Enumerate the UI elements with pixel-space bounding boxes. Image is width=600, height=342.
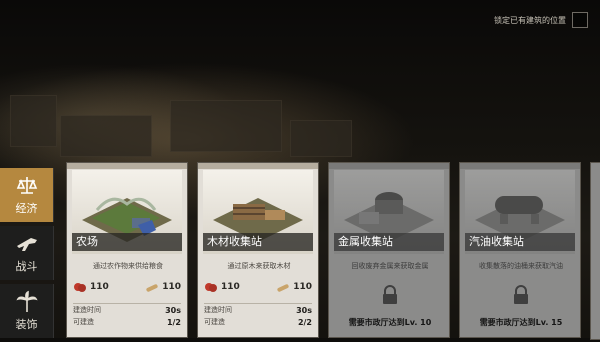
card-title: 木材收集站	[203, 233, 313, 251]
card-title: 农场	[72, 233, 182, 251]
card-description: 通过原木来获取木材	[227, 262, 291, 270]
palm-tree-icon	[15, 290, 38, 312]
lock-positions-checkbox[interactable]	[572, 12, 588, 28]
food-cost-value: 110	[221, 282, 240, 292]
lock-positions-toggle[interactable]: 锁定已有建筑的位置	[494, 12, 588, 28]
building-card-metal[interactable]: 金属收集站 回收废弃金属来获取金属 需要市政厅达到Lv. 10	[328, 162, 450, 338]
category-tab-economy[interactable]: 经济	[0, 168, 54, 222]
wood-icon	[146, 284, 158, 292]
card-title: 金属收集站	[334, 233, 444, 251]
buildable-label: 可建造	[73, 318, 94, 326]
wood-cost: 110	[145, 281, 181, 293]
category-label: 经济	[15, 202, 38, 215]
card-description: 收集散落的油桶来获取汽油	[479, 262, 563, 270]
category-tab-combat[interactable]: 战斗	[0, 226, 54, 280]
lock-icon	[383, 285, 397, 304]
cost-row: 110 110	[204, 281, 312, 293]
card-top-strip	[460, 163, 580, 169]
category-tab-decoration[interactable]: 装饰	[0, 284, 54, 338]
building-card-partial[interactable]	[590, 162, 600, 340]
category-label: 装饰	[15, 318, 38, 331]
build-time-value: 30s	[296, 305, 312, 315]
wood-icon	[277, 284, 289, 292]
build-time-value: 30s	[165, 305, 181, 315]
lock-icon	[514, 285, 528, 304]
build-time-label: 建造时间	[204, 306, 232, 314]
wood-cost-value: 110	[293, 282, 312, 292]
building-card-lumber[interactable]: 木材收集站 通过原木来获取木材 110 110 建造时间 30s 可建造 2/2	[197, 162, 319, 338]
building-card-gasoline[interactable]: 汽油收集站 收集散落的油桶来获取汽油 需要市政厅达到Lv. 15	[459, 162, 581, 338]
map-building	[60, 115, 152, 157]
building-card-farm[interactable]: 农场 通过农作物来供给粮食 110 110 建造时间 30s 可建造 1/2	[66, 162, 188, 338]
scales-icon	[16, 177, 37, 194]
wood-cost: 110	[276, 281, 312, 293]
buildable-label: 可建造	[204, 318, 225, 326]
food-icon	[74, 283, 86, 292]
buildable-count: 2/2	[297, 317, 312, 327]
map-building	[290, 120, 352, 157]
card-stats: 建造时间 30s 可建造 1/2	[73, 303, 181, 328]
unlock-requirement: 需要市政厅达到Lv. 10	[348, 318, 432, 327]
build-time-label: 建造时间	[73, 306, 101, 314]
food-cost-value: 110	[90, 282, 109, 292]
cost-row: 110 110	[73, 281, 181, 293]
wood-cost-value: 110	[162, 282, 181, 292]
card-description: 回收废弃金属来获取金属	[351, 262, 429, 270]
card-top-strip	[67, 163, 187, 169]
card-title: 汽油收集站	[465, 233, 575, 251]
lock-positions-label: 锁定已有建筑的位置	[494, 15, 566, 25]
locked-area: 需要市政厅达到Lv. 10	[329, 285, 451, 328]
category-label: 战斗	[15, 260, 38, 273]
card-stats: 建造时间 30s 可建造 2/2	[204, 303, 312, 328]
card-top-strip	[329, 163, 449, 169]
card-description: 通过农作物来供给粮食	[93, 262, 163, 270]
buildable-count: 1/2	[166, 317, 181, 327]
locked-area: 需要市政厅达到Lv. 15	[460, 285, 582, 328]
food-cost: 110	[204, 281, 240, 293]
map-building	[170, 100, 282, 152]
unlock-requirement: 需要市政厅达到Lv. 15	[479, 318, 563, 327]
card-top-strip	[198, 163, 318, 169]
category-sidebar: 经济 战斗 装饰	[0, 168, 54, 342]
rifle-icon	[16, 238, 37, 251]
food-icon	[205, 283, 217, 292]
map-building	[10, 95, 57, 147]
food-cost: 110	[73, 281, 109, 293]
